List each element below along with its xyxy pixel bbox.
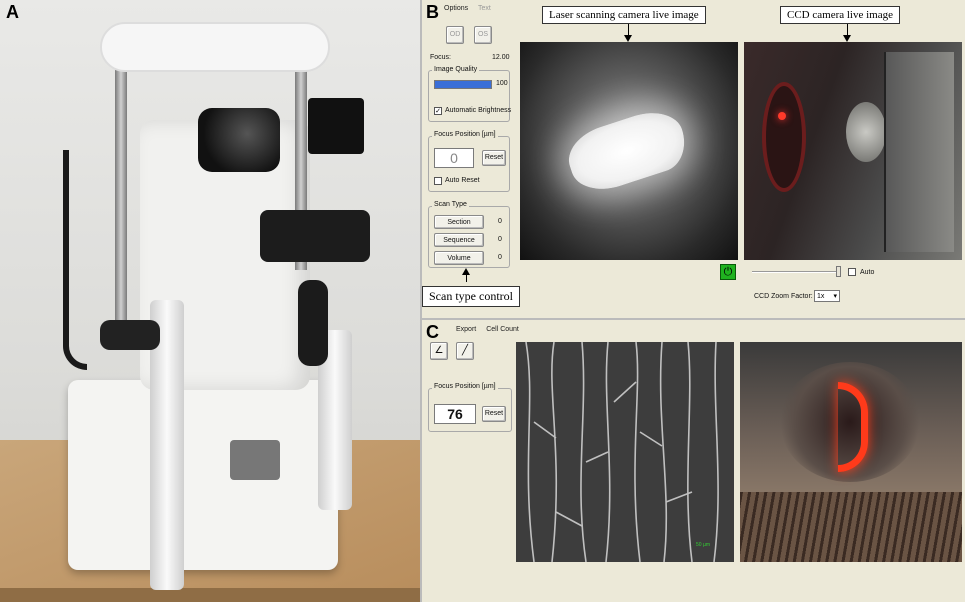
- eyelashes: [740, 492, 962, 562]
- scan-volume-button[interactable]: Volume: [434, 251, 484, 265]
- ccd-zoom-value: 1x: [817, 293, 825, 300]
- menu-export[interactable]: Export: [456, 326, 476, 333]
- connector-ports: [230, 440, 280, 480]
- laser-live-image: [520, 42, 738, 260]
- device-photo: A: [0, 0, 420, 602]
- scan-arrow-icon: [462, 268, 470, 275]
- laser-arrow-icon: [624, 35, 632, 42]
- handle: [100, 320, 160, 350]
- focus-label: Focus:: [430, 54, 452, 61]
- laser-spot: [778, 112, 786, 120]
- scan-volume-count: 0: [498, 254, 502, 261]
- scan-type-label: Scan Type: [432, 201, 469, 208]
- scan-type-annotation: Scan type control: [422, 286, 520, 307]
- ccd-zoom-select[interactable]: 1x ▾: [814, 290, 840, 302]
- panel-letter-c: C: [426, 322, 439, 342]
- capture-reset-button[interactable]: Reset: [482, 406, 506, 422]
- image-quality-fill: [435, 81, 491, 88]
- left-pole: [115, 70, 127, 330]
- auto-checkbox[interactable]: [848, 268, 856, 276]
- software-capture-panel: C Export Cell Count ∠ ╱ Focus Position […: [420, 318, 965, 602]
- scan-sequence-count: 0: [498, 236, 502, 243]
- image-quality-label: Image Quality: [432, 66, 480, 73]
- auto-reset-checkbox[interactable]: [434, 177, 442, 185]
- image-quality-bar: [434, 80, 492, 89]
- ccd-annotation: CCD camera live image: [780, 6, 900, 24]
- auto-reset-label: Auto Reset: [445, 177, 480, 184]
- capture-menu-bar: Export Cell Count: [456, 326, 527, 333]
- angle-tool-icon[interactable]: ∠: [430, 342, 448, 360]
- image-quality-value: 100: [496, 80, 508, 87]
- scale-label: 50 µm: [696, 542, 710, 548]
- corneal-reflection: [561, 103, 693, 199]
- objective-edge: [884, 52, 954, 252]
- scan-section-count: 0: [498, 218, 502, 225]
- focus-position-label: Focus Position [µm]: [432, 131, 498, 138]
- capture-focus-value[interactable]: 76: [434, 404, 476, 424]
- panel-letter-a: A: [6, 2, 19, 22]
- auto-brightness-checkbox[interactable]: ✓: [434, 107, 442, 115]
- ccd-live-image: [744, 42, 962, 260]
- software-live-panel: B Options Text OD OS Focus: 12.00 Image …: [420, 0, 965, 318]
- panel-letter-b: B: [426, 2, 439, 22]
- power-icon[interactable]: ⏻: [720, 264, 736, 280]
- ccd-zoom-label: CCD Zoom Factor:: [754, 293, 813, 300]
- scan-sequence-button[interactable]: Sequence: [434, 233, 484, 247]
- capture-focus-label: Focus Position [µm]: [432, 383, 498, 390]
- menu-cell-count[interactable]: Cell Count: [486, 326, 519, 333]
- auto-label: Auto: [860, 269, 875, 276]
- auto-brightness-label: Automatic Brightness: [445, 107, 512, 114]
- chin-rest-block: [260, 210, 370, 262]
- eye-outline: [762, 82, 806, 192]
- focus-value: 12.00: [492, 54, 510, 61]
- menu-bar: Options Text: [444, 5, 499, 12]
- os-button[interactable]: OS: [474, 26, 492, 44]
- line-tool-icon[interactable]: ╱: [456, 342, 474, 360]
- device-base: [68, 380, 338, 570]
- table-edge: [0, 588, 420, 602]
- nerve-plexus-image: 50 µm: [516, 342, 734, 562]
- objective-reflection: [846, 102, 886, 162]
- laser-annotation: Laser scanning camera live image: [542, 6, 706, 24]
- focus-reset-button[interactable]: Reset: [482, 150, 506, 166]
- cable: [63, 150, 87, 370]
- menu-text[interactable]: Text: [478, 5, 491, 12]
- eye-ccd-image: [740, 342, 962, 562]
- focus-position-value[interactable]: 0: [434, 148, 474, 168]
- od-button[interactable]: OD: [446, 26, 464, 44]
- side-knob: [298, 280, 328, 366]
- menu-options[interactable]: Options: [444, 5, 468, 12]
- ccd-arrow-icon: [843, 35, 851, 42]
- nerve-fibers: [525, 342, 719, 562]
- ccd-camera: [308, 98, 364, 154]
- chevron-down-icon: ▾: [833, 293, 837, 300]
- ccd-slider-handle[interactable]: [836, 266, 841, 277]
- head-rest-frame: [100, 22, 330, 72]
- scan-section-button[interactable]: Section: [434, 215, 484, 229]
- ccd-slider-track[interactable]: [752, 271, 838, 273]
- objective-lens: [198, 108, 280, 172]
